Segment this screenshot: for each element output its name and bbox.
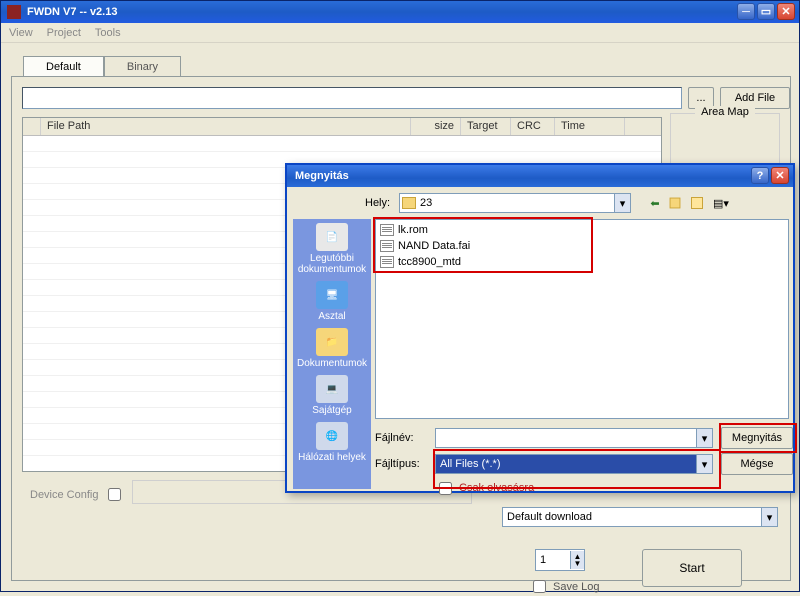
download-type-value: Default download [507,511,592,523]
documents-icon: 📁 [316,328,348,356]
table-header-row: File Path size Target CRC Time [23,118,661,136]
dialog-titlebar: Megnyitás ? ✕ [287,165,793,187]
place-documents[interactable]: 📁 Dokumentumok [293,328,371,369]
views-icon[interactable]: ▤▾ [713,195,729,211]
place-desktop[interactable]: 🖥 Asztal [293,281,371,322]
menu-view[interactable]: View [9,27,33,39]
dialog-close-button[interactable]: ✕ [771,167,789,184]
mycomputer-icon: 💻 [316,375,348,403]
hely-label: Hely: [365,197,393,209]
chevron-down-icon: ▾ [614,194,630,212]
filetype-label: Fájltípus: [375,458,427,470]
cancel-button[interactable]: Mégse [721,453,793,475]
savelog-checkbox[interactable] [533,580,546,593]
tab-default[interactable]: Default [23,56,104,77]
place-recent[interactable]: 📄 Legutóbbi dokumentumok [293,223,371,275]
file-row[interactable]: tcc8900_mtd [378,254,786,270]
place-mycomputer[interactable]: 💻 Sajátgép [293,375,371,416]
file-name: tcc8900_mtd [398,256,461,268]
newfolder-icon[interactable] [691,195,707,211]
th-target[interactable]: Target [461,118,511,135]
savelog-label: Save Log [553,581,599,593]
th-crc[interactable]: CRC [511,118,555,135]
app-icon [7,5,21,19]
chevron-down-icon: ▾ [761,508,777,526]
place-network-label: Hálózati helyek [298,452,366,463]
menubar: View Project Tools [1,23,799,43]
device-config-label: Device Config [30,489,98,501]
network-icon: 🌐 [316,422,348,450]
chevron-down-icon: ▾ [696,429,712,447]
window-title: FWDN V7 -- v2.13 [27,6,117,18]
places-bar: 📄 Legutóbbi dokumentumok 🖥 Asztal 📁 Doku… [293,219,371,489]
device-config-checkbox[interactable] [108,488,121,501]
dialog-title: Megnyitás [295,170,349,182]
maximize-button[interactable]: ▭ [757,3,775,20]
download-type-dropdown[interactable]: Default download ▾ [502,507,778,527]
open-button[interactable]: Megnyitás [721,427,793,449]
recent-icon: 📄 [316,223,348,251]
place-desktop-label: Asztal [318,311,345,322]
filename-label: Fájlnév: [375,432,427,444]
chevron-down-icon: ▾ [696,455,712,473]
menu-project[interactable]: Project [47,27,81,39]
th-time[interactable]: Time [555,118,625,135]
readonly-label: Csak olvasásra [459,482,534,494]
minimize-button[interactable]: ─ [737,3,755,20]
th-filepath[interactable]: File Path [41,118,411,135]
dialog-help-button[interactable]: ? [751,167,769,184]
filetype-dropdown[interactable]: All Files (*.*) ▾ [435,454,713,474]
file-list[interactable]: lk.rom NAND Data.fai tcc8900_mtd [375,219,789,419]
place-network[interactable]: 🌐 Hálózati helyek [293,422,371,463]
filepath-input[interactable] [22,87,682,109]
desktop-icon: 🖥 [316,281,348,309]
tab-binary[interactable]: Binary [104,56,181,77]
readonly-checkbox[interactable] [439,482,452,495]
close-button[interactable]: ✕ [777,3,795,20]
filetype-value: All Files (*.*) [440,458,501,470]
filename-input[interactable]: ▾ [435,428,713,448]
file-name: NAND Data.fai [398,240,470,252]
file-icon [380,240,394,252]
hely-value: 23 [420,197,432,209]
file-icon [380,256,394,268]
place-documents-label: Dokumentumok [297,358,367,369]
menu-tools[interactable]: Tools [95,27,121,39]
spinner-arrows-icon[interactable]: ▲▼ [570,551,584,569]
place-recent-label: Legutóbbi dokumentumok [298,253,366,275]
hely-dropdown[interactable]: 23 ▾ [399,193,631,213]
file-row[interactable]: lk.rom [378,222,786,238]
tabs: Default Binary [23,56,181,77]
up-icon[interactable] [669,195,685,211]
area-map-title: Area Map [695,106,755,118]
file-icon [380,224,394,236]
count-value: 1 [540,554,546,566]
open-file-dialog: Megnyitás ? ✕ Hely: 23 ▾ ⬅ ▤▾ 📄 Legutób [285,163,795,493]
th-blank[interactable] [23,118,41,135]
th-size[interactable]: size [411,118,461,135]
file-row[interactable]: NAND Data.fai [378,238,786,254]
device-config-row: Device Config [30,485,124,504]
back-icon[interactable]: ⬅ [647,195,663,211]
place-mycomputer-label: Sajátgép [312,405,351,416]
count-spinner[interactable]: 1 ▲▼ [535,549,585,571]
folder-icon [402,197,416,209]
titlebar: FWDN V7 -- v2.13 ─ ▭ ✕ [1,1,799,23]
start-button[interactable]: Start [642,549,742,587]
file-name: lk.rom [398,224,428,236]
